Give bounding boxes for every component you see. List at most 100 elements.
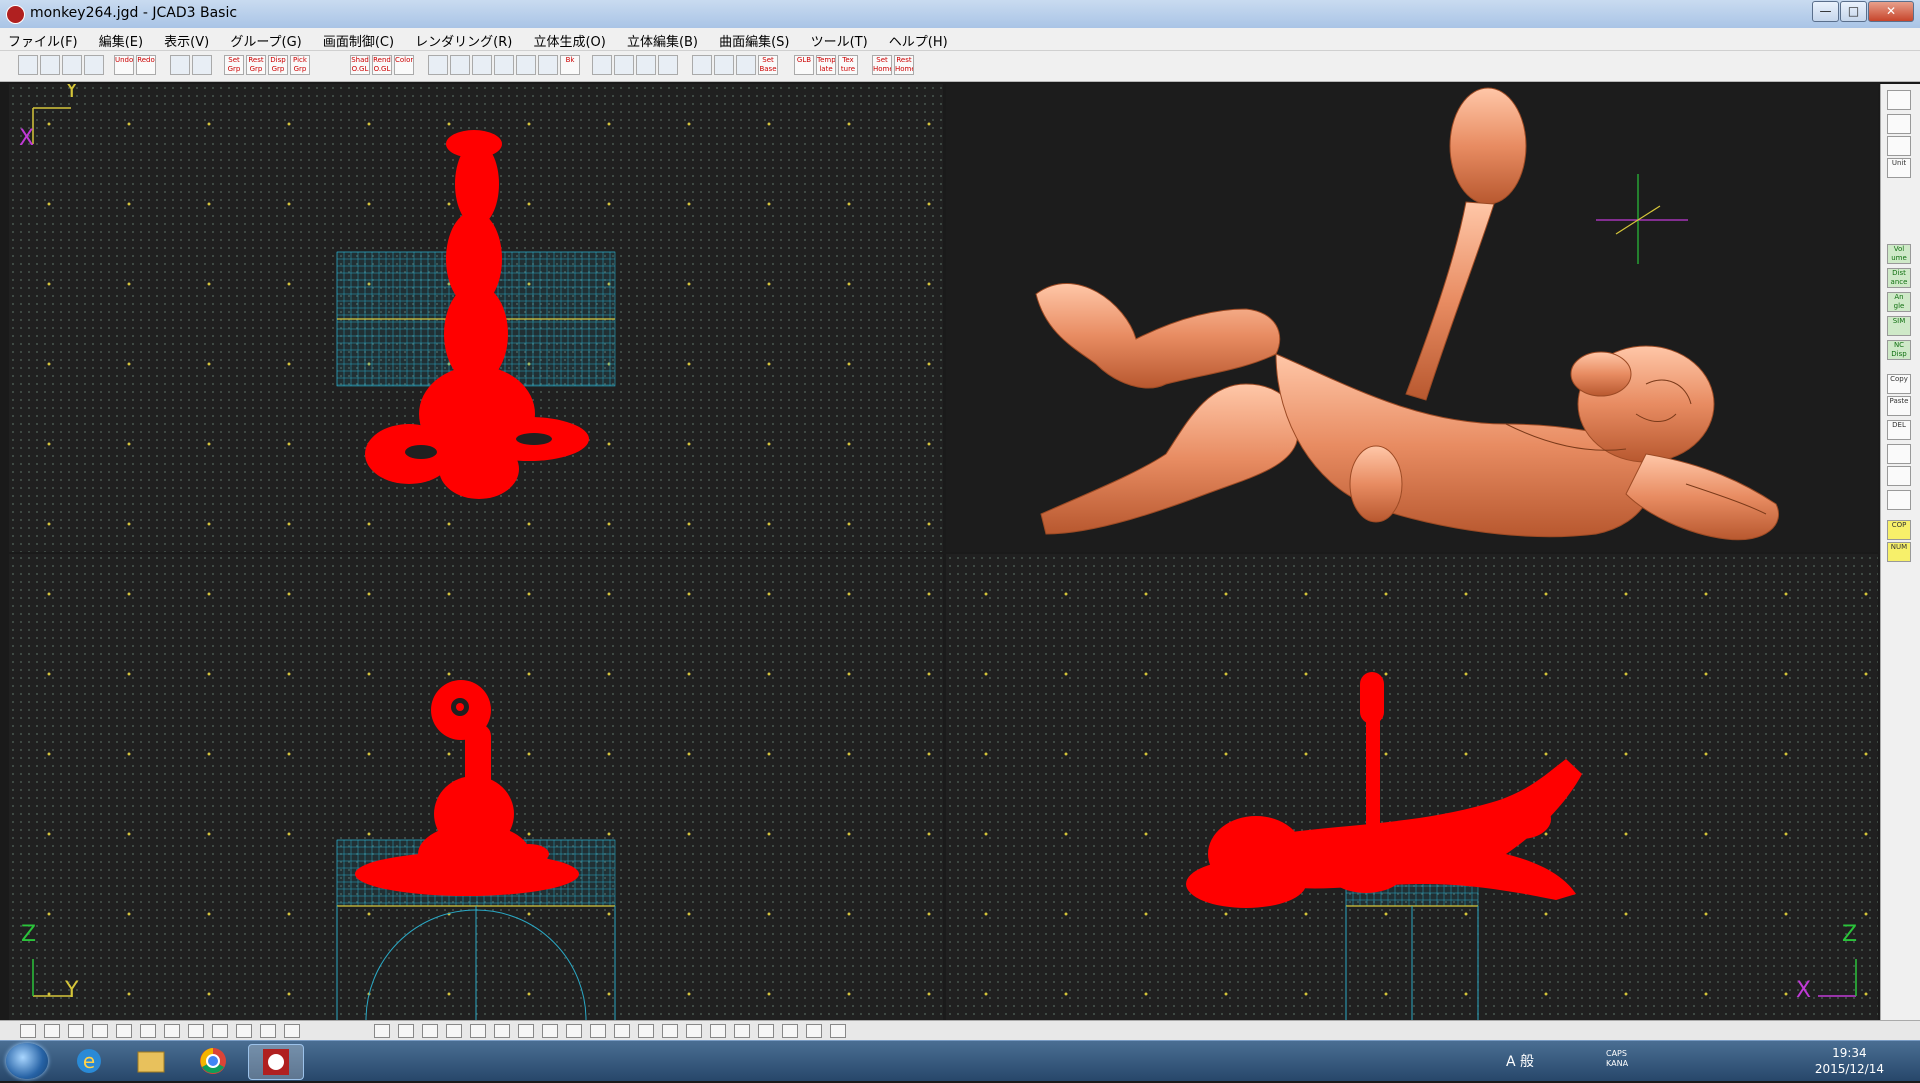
bottom-tool-button[interactable]: [638, 1024, 654, 1038]
clock[interactable]: 19:34 2015/12/14: [1815, 1045, 1884, 1077]
sim-side-button[interactable]: SIM: [1887, 316, 1911, 336]
print-button[interactable]: [84, 55, 104, 75]
minimize-button[interactable]: —: [1812, 1, 1839, 22]
bottom-tool-button[interactable]: [686, 1024, 702, 1038]
glb-button[interactable]: GLB: [794, 55, 814, 75]
bottom-tool-button[interactable]: [590, 1024, 606, 1038]
camera-side-button[interactable]: [1887, 90, 1911, 110]
bottom-tool-button[interactable]: [212, 1024, 228, 1038]
bottom-tool-button[interactable]: [614, 1024, 630, 1038]
bottom-tool-button[interactable]: [566, 1024, 582, 1038]
bottom-tool-button[interactable]: [542, 1024, 558, 1038]
menu-solid-create[interactable]: 立体生成(O): [525, 28, 613, 50]
menu-solid-edit[interactable]: 立体編集(B): [619, 28, 706, 50]
group-button[interactable]: [170, 55, 190, 75]
bottom-tool-button[interactable]: [20, 1024, 36, 1038]
reset-group-button[interactable]: Rest Grp: [246, 55, 266, 75]
bottom-tool-button[interactable]: [446, 1024, 462, 1038]
rotate2-button[interactable]: [614, 55, 634, 75]
delete-side-button[interactable]: DEL: [1887, 420, 1911, 440]
ime-indicator[interactable]: A 般: [1506, 1051, 1534, 1071]
file-explorer-icon[interactable]: [124, 1044, 178, 1078]
set-base-button[interactable]: Set Base: [758, 55, 778, 75]
frame-button[interactable]: [658, 55, 678, 75]
chrome-icon[interactable]: [186, 1044, 240, 1078]
viewport-side[interactable]: Z X: [946, 554, 1878, 1020]
distance-side-button[interactable]: Dist ance: [1887, 268, 1911, 288]
bottom-tool-button[interactable]: [92, 1024, 108, 1038]
shade-button[interactable]: Shad O.GL: [350, 55, 370, 75]
pick-group-button[interactable]: Pick Grp: [290, 55, 310, 75]
bottom-tool-button[interactable]: [284, 1024, 300, 1038]
template-button[interactable]: Temp late: [816, 55, 836, 75]
jcad3-icon[interactable]: [248, 1044, 304, 1080]
bottom-tool-button[interactable]: [374, 1024, 390, 1038]
bottom-tool-button[interactable]: [782, 1024, 798, 1038]
menu-surface-edit[interactable]: 曲面編集(S): [711, 28, 797, 50]
app-icon[interactable]: [6, 5, 25, 24]
bottom-tool-button[interactable]: [44, 1024, 60, 1038]
bottom-tool-button[interactable]: [758, 1024, 774, 1038]
viewport-3d[interactable]: [946, 84, 1878, 552]
texture-button[interactable]: Tex ture: [838, 55, 858, 75]
reset-home-button[interactable]: Rest Home: [894, 55, 914, 75]
set-home-button[interactable]: Set Home: [872, 55, 892, 75]
table-side-button[interactable]: [1887, 444, 1911, 464]
rotate-button[interactable]: [592, 55, 612, 75]
menu-screen-control[interactable]: 画面制御(C): [315, 28, 402, 50]
group2-button[interactable]: [192, 55, 212, 75]
bottom-tool-button[interactable]: [806, 1024, 822, 1038]
bottom-tool-button[interactable]: [494, 1024, 510, 1038]
back-button[interactable]: Bk: [560, 55, 580, 75]
angle-side-button[interactable]: An gle: [1887, 292, 1911, 312]
internet-explorer-icon[interactable]: e: [62, 1044, 116, 1078]
bottom-tool-button[interactable]: [398, 1024, 414, 1038]
grid-button[interactable]: [692, 55, 712, 75]
monitor-side-button[interactable]: [1887, 114, 1911, 134]
bottom-tool-button[interactable]: [260, 1024, 276, 1038]
menu-group[interactable]: グループ(G): [222, 28, 309, 50]
view-button[interactable]: [636, 55, 656, 75]
bottom-tool-button[interactable]: [164, 1024, 180, 1038]
bottom-tool-button[interactable]: [710, 1024, 726, 1038]
bottom-tool-button[interactable]: [734, 1024, 750, 1038]
bottom-tool-button[interactable]: [470, 1024, 486, 1038]
set-group-button[interactable]: Set Grp: [224, 55, 244, 75]
close-button[interactable]: ✕: [1868, 1, 1914, 22]
viewport-front[interactable]: Y Z: [9, 554, 943, 1020]
bottom-tool-button[interactable]: [830, 1024, 846, 1038]
display-group-button[interactable]: Disp Grp: [268, 55, 288, 75]
cop-side-button[interactable]: COP: [1887, 520, 1911, 540]
bottom-tool-button[interactable]: [422, 1024, 438, 1038]
volume-side-button[interactable]: Vol ume: [1887, 244, 1911, 264]
zoom-in-button[interactable]: [428, 55, 448, 75]
color-button[interactable]: Color: [394, 55, 414, 75]
start-button[interactable]: [6, 1043, 48, 1079]
list-side-button[interactable]: [1887, 490, 1911, 510]
palette-side-button[interactable]: [1887, 466, 1911, 486]
unit-side-button[interactable]: Unit: [1887, 158, 1911, 178]
snap-button[interactable]: [736, 55, 756, 75]
paste-side-button[interactable]: Paste: [1887, 396, 1911, 416]
bottom-tool-button[interactable]: [140, 1024, 156, 1038]
dot-grid-button[interactable]: [714, 55, 734, 75]
bottom-tool-button[interactable]: [662, 1024, 678, 1038]
menu-rendering[interactable]: レンダリング(R): [407, 28, 520, 50]
copy-side-button[interactable]: Copy: [1887, 374, 1911, 394]
zoom-window-button[interactable]: [494, 55, 514, 75]
layer-side-button[interactable]: [1887, 136, 1911, 156]
render-button[interactable]: Rend O.GL: [372, 55, 392, 75]
menu-tools[interactable]: ツール(T): [803, 28, 876, 50]
redo-button[interactable]: Redo: [136, 55, 156, 75]
bottom-tool-button[interactable]: [236, 1024, 252, 1038]
maximize-button[interactable]: □: [1840, 1, 1867, 22]
bottom-tool-button[interactable]: [518, 1024, 534, 1038]
menu-view[interactable]: 表示(V): [156, 28, 217, 50]
num-side-button[interactable]: NUM: [1887, 542, 1911, 562]
menu-file[interactable]: ファイル(F): [0, 28, 86, 50]
save-button[interactable]: [62, 55, 82, 75]
zoom-out-button[interactable]: [450, 55, 470, 75]
viewport-top[interactable]: Y X: [9, 84, 943, 552]
menu-help[interactable]: ヘルプ(H): [881, 28, 956, 50]
nc-side-button[interactable]: NC Disp: [1887, 340, 1911, 360]
